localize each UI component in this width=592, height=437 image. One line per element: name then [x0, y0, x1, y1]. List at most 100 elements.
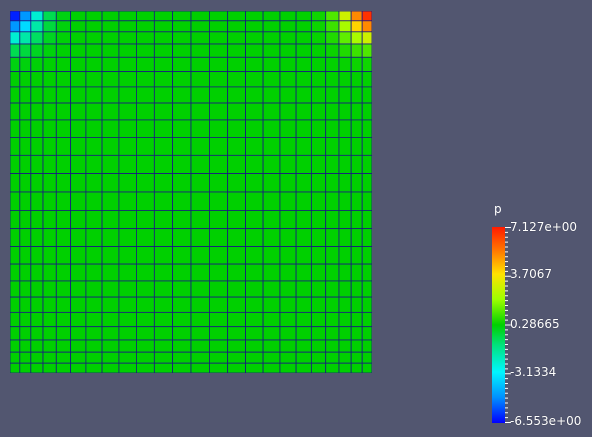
mesh-cell	[42, 351, 57, 364]
mesh-cell	[350, 351, 363, 364]
mesh-cell	[350, 311, 363, 328]
mesh-cell	[85, 339, 103, 353]
mesh-cell	[209, 102, 229, 121]
mesh-cell	[325, 56, 340, 73]
mesh-cell	[310, 56, 327, 73]
mesh-cell	[153, 191, 173, 211]
mesh-cell	[118, 210, 137, 230]
mesh-cell	[10, 154, 21, 174]
mesh-cell	[279, 228, 297, 247]
mesh-cell	[19, 43, 32, 58]
mesh-cell	[190, 210, 210, 230]
mesh-cell	[118, 119, 137, 138]
colorbar-label-lower: -3.1334	[510, 365, 557, 379]
mesh-cell	[338, 191, 352, 211]
mesh-cell	[350, 11, 363, 22]
mesh-cell	[361, 86, 372, 104]
mesh-cell	[310, 31, 327, 45]
mesh-cell	[325, 280, 340, 298]
mesh-cell	[350, 137, 363, 156]
mesh-cell	[101, 119, 120, 138]
mesh-cell	[172, 228, 192, 247]
mesh-cell	[118, 263, 137, 282]
mesh-cell	[118, 154, 137, 174]
mesh-cell	[338, 311, 352, 328]
mesh-cell	[279, 263, 297, 282]
mesh-cell	[227, 102, 246, 121]
mesh-cell	[30, 173, 44, 193]
mesh-cell	[245, 246, 264, 265]
mesh-cell	[209, 43, 229, 58]
mesh-cell	[190, 263, 210, 282]
mesh-cell	[172, 154, 192, 174]
mesh-cell	[338, 173, 352, 193]
mesh-cell	[153, 339, 173, 353]
mesh-cell	[101, 11, 120, 22]
mesh-cell	[190, 351, 210, 364]
mesh-cell	[350, 86, 363, 104]
mesh-cell	[136, 280, 155, 298]
mesh-cell	[338, 228, 352, 247]
mesh-cell	[153, 20, 173, 33]
mesh-cell	[262, 11, 281, 22]
mesh-cell	[338, 71, 352, 88]
mesh-cell	[350, 102, 363, 121]
mesh-cell	[279, 311, 297, 328]
mesh-cell	[279, 119, 297, 138]
mesh-cell	[310, 351, 327, 364]
mesh-cell	[361, 102, 372, 121]
mesh-cell	[42, 228, 57, 247]
mesh-cell	[338, 296, 352, 313]
mesh-cell	[172, 71, 192, 88]
mesh-plot[interactable]	[10, 11, 372, 373]
mesh-cell	[279, 210, 297, 230]
mesh-cell	[153, 154, 173, 174]
mesh-cell	[70, 43, 87, 58]
mesh-cell	[361, 228, 372, 247]
mesh-cell	[172, 339, 192, 353]
mesh-cell	[279, 56, 297, 73]
mesh-cell	[153, 280, 173, 298]
mesh-cell	[361, 339, 372, 353]
mesh-cell	[279, 102, 297, 121]
mesh-cell	[19, 210, 32, 230]
mesh-cell	[310, 154, 327, 174]
mesh-cell	[19, 20, 32, 33]
mesh-cell	[153, 296, 173, 313]
mesh-cell	[136, 154, 155, 174]
mesh-cell	[85, 210, 103, 230]
mesh-cell	[262, 326, 281, 341]
mesh-cell	[262, 56, 281, 73]
mesh-cell	[295, 280, 312, 298]
mesh-cell	[350, 210, 363, 230]
mesh-cell	[338, 102, 352, 121]
mesh-cell	[55, 296, 72, 313]
mesh-cell	[172, 246, 192, 265]
mesh-cell	[190, 56, 210, 73]
mesh-cell	[101, 191, 120, 211]
mesh-cell	[338, 351, 352, 364]
mesh-cell	[85, 311, 103, 328]
mesh-cell	[190, 296, 210, 313]
mesh-cell	[190, 246, 210, 265]
mesh-cell	[101, 246, 120, 265]
mesh-cell	[295, 20, 312, 33]
mesh-cell	[136, 246, 155, 265]
mesh-cell	[85, 56, 103, 73]
mesh-cell	[19, 11, 32, 22]
mesh-cell	[118, 362, 137, 373]
mesh-cell	[209, 280, 229, 298]
mesh-cell	[209, 154, 229, 174]
mesh-cell	[30, 246, 44, 265]
render-viewport[interactable]: p 7.127e+00 3.7067 0.28665 -3.1334 -6.55…	[0, 0, 592, 437]
mesh-cell	[310, 210, 327, 230]
mesh-cell	[227, 296, 246, 313]
mesh-cell	[209, 20, 229, 33]
mesh-cell	[153, 210, 173, 230]
mesh-cell	[85, 11, 103, 22]
mesh-cell	[30, 31, 44, 45]
mesh-cell	[30, 351, 44, 364]
mesh-cell	[42, 280, 57, 298]
mesh-cell	[136, 20, 155, 33]
mesh-cell	[209, 296, 229, 313]
